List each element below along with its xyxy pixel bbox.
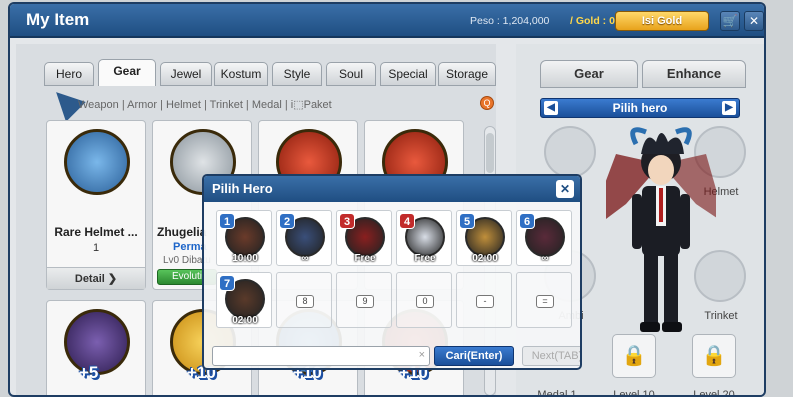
search-icon[interactable]: Q xyxy=(480,96,494,110)
empty-hero-slot: 8 xyxy=(276,272,332,328)
cart-icon[interactable]: 🛒 xyxy=(720,11,740,31)
hero-number: 4 xyxy=(399,213,415,229)
empty-hero-slot: - xyxy=(456,272,512,328)
close-icon[interactable]: ✕ xyxy=(744,11,764,31)
dialog-close-icon[interactable]: ✕ xyxy=(556,180,574,198)
peso-label: Peso : 1,204,000 xyxy=(470,15,550,27)
pilih-hero-dialog: Pilih Hero ✕ 1 10:00 2 ∞ 3 Free 4 Free 5 02:00 6 ∞ 7… xyxy=(202,174,582,370)
window-title: My Item xyxy=(26,10,90,29)
empty-hero-slot: 0 xyxy=(396,272,452,328)
hero-number: 5 xyxy=(459,213,475,229)
hero-number: 2 xyxy=(279,213,295,229)
slot-key-label: = xyxy=(536,295,554,308)
item-name: Rare Helmet ... xyxy=(54,225,138,239)
tab-enhance[interactable]: Enhance xyxy=(642,60,746,88)
hero-status: ∞ xyxy=(541,253,549,264)
item-card-rare-helmet[interactable]: Rare Helmet ... 1 Detail ❯ xyxy=(46,120,146,290)
plus-level: +5 xyxy=(79,363,99,382)
tab-special[interactable]: Special xyxy=(380,62,436,86)
clear-search-icon[interactable]: × xyxy=(419,349,425,361)
hero-slot-1[interactable]: 1 10:00 xyxy=(216,210,272,266)
hero-status: Free xyxy=(414,253,436,264)
empty-hero-slot: = xyxy=(516,272,572,328)
hero-status: Free xyxy=(354,253,376,264)
dialog-title: Pilih Hero xyxy=(204,176,580,202)
level10-label: Level 10 xyxy=(613,389,655,397)
tab-gear[interactable]: Gear xyxy=(98,59,156,86)
tab-soul[interactable]: Soul xyxy=(326,62,376,86)
next-hero-icon[interactable]: ▶ xyxy=(722,101,736,115)
pilih-hero-bar[interactable]: ◀ Pilih hero ▶ xyxy=(540,98,740,118)
hero-slot-7[interactable]: 7 02:00 xyxy=(216,272,272,328)
scroll-thumb[interactable] xyxy=(486,133,494,173)
hero-number: 6 xyxy=(519,213,535,229)
hero-status: ∞ xyxy=(301,253,309,264)
hero-search-input[interactable]: × xyxy=(212,346,430,366)
slot-key-label: 0 xyxy=(416,295,434,308)
tab-equip-gear[interactable]: Gear xyxy=(540,60,638,88)
hero-character-image xyxy=(606,127,716,332)
locked-slot-level20[interactable]: 🔒 xyxy=(692,334,736,378)
title-bar: My Item Peso : 1,204,000 / Gold : 0 Isi … xyxy=(10,4,764,38)
tab-kostum[interactable]: Kostum xyxy=(214,62,268,86)
hero-slot-2[interactable]: 2 ∞ xyxy=(276,210,332,266)
medal-label: Medal 1 xyxy=(537,389,577,397)
hero-status: 02:00 xyxy=(472,253,498,264)
gold-label: / Gold : 0 xyxy=(570,15,615,27)
tab-hero[interactable]: Hero xyxy=(44,62,94,86)
isi-gold-button[interactable]: Isi Gold xyxy=(615,11,709,31)
next-button[interactable]: Next(TAB) xyxy=(522,346,580,366)
gear-subtabs[interactable]: Weapon | Armor | Helmet | Trinket | Meda… xyxy=(78,98,332,111)
slot-key-label: 9 xyxy=(356,295,374,308)
detail-button[interactable]: Detail ❯ xyxy=(47,267,145,289)
slot-key-label: - xyxy=(476,295,494,308)
helmet-item-icon xyxy=(64,129,130,195)
slot-key-label: 8 xyxy=(296,295,314,308)
tab-storage[interactable]: Storage xyxy=(438,62,496,86)
hero-slot-6[interactable]: 6 ∞ xyxy=(516,210,572,266)
item-quantity: 1 xyxy=(92,242,100,254)
hero-slot-4[interactable]: 4 Free xyxy=(396,210,452,266)
tab-style[interactable]: Style xyxy=(272,62,322,86)
hero-slot-5[interactable]: 5 02:00 xyxy=(456,210,512,266)
hero-status: 02:00 xyxy=(232,315,258,326)
hero-status: 10:00 xyxy=(232,253,258,264)
tab-jewel[interactable]: Jewel xyxy=(160,62,212,86)
weapon-slot[interactable] xyxy=(544,126,596,178)
hero-number: 1 xyxy=(219,213,235,229)
hero-number: 7 xyxy=(219,275,235,291)
locked-slot-level10[interactable]: 🔒 xyxy=(612,334,656,378)
item-card-5[interactable]: +5 xyxy=(46,300,146,395)
search-button[interactable]: Cari(Enter) xyxy=(434,346,514,366)
prev-hero-icon[interactable]: ◀ xyxy=(544,101,558,115)
empty-hero-slot: 9 xyxy=(336,272,392,328)
hero-slot-3[interactable]: 3 Free xyxy=(336,210,392,266)
level20-label: Level 20 xyxy=(693,389,735,397)
hero-number: 3 xyxy=(339,213,355,229)
item-name: Zhugelia xyxy=(157,225,207,239)
pilih-hero-label: Pilih hero xyxy=(612,101,668,115)
